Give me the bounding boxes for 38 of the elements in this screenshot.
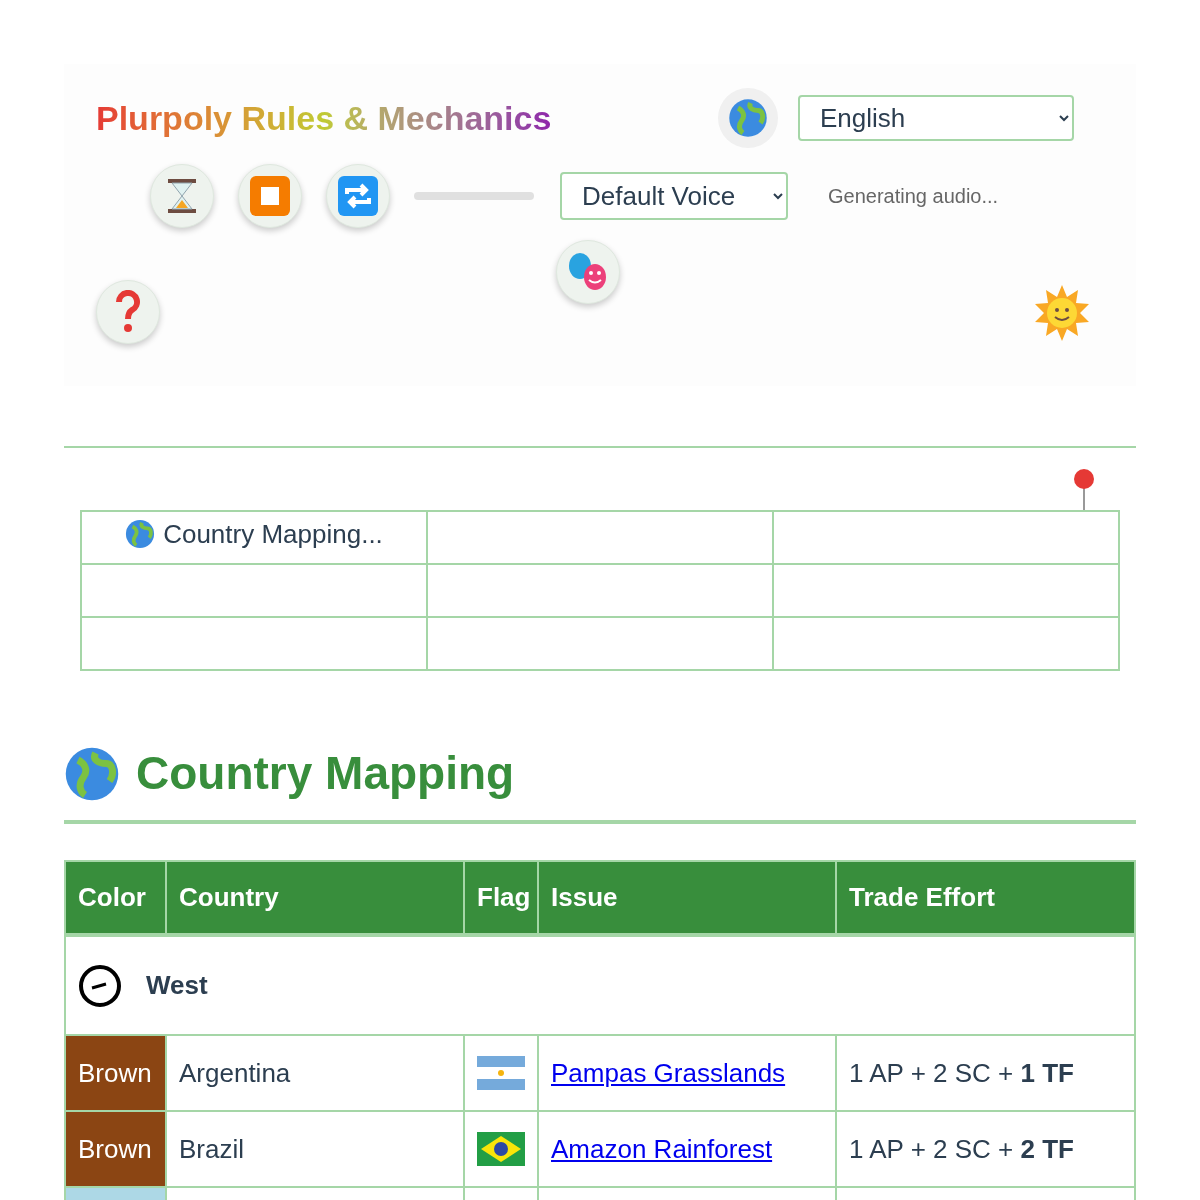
toc-link[interactable]: Country Mapping... (163, 514, 383, 554)
help-button[interactable] (96, 280, 160, 344)
theme-toggle[interactable] (1034, 285, 1090, 341)
question-mark-icon (115, 290, 141, 334)
hourglass-icon (166, 178, 198, 214)
issue-link[interactable]: Pampas Grasslands (551, 1057, 786, 1088)
status-text: Generating audio... (828, 184, 999, 209)
section-heading: Country Mapping (136, 746, 515, 801)
pushpin-icon (1072, 468, 1096, 510)
table-cell: Argentina (166, 1035, 464, 1111)
column-header: Color (65, 861, 166, 935)
group-heading: West (146, 969, 208, 1002)
flag-icon (477, 1132, 525, 1166)
globe-icon (64, 745, 120, 802)
globe-icon (728, 98, 768, 138)
stop-icon (250, 176, 290, 216)
compass-icon (78, 963, 122, 1008)
table-cell: Brazil (166, 1111, 464, 1187)
smiling-sun-icon (1034, 285, 1090, 341)
color-cell: Brown (65, 1111, 166, 1187)
repeat-icon (338, 176, 378, 216)
voice-select[interactable]: Default Voice (560, 172, 788, 220)
issue-link[interactable]: Amazon Rainforest (551, 1133, 773, 1164)
trade-effort-text: 1 AP + 2 SC + 2 TF (849, 1133, 1074, 1164)
color-cell: Brown (65, 1035, 166, 1111)
flag-icon (477, 1056, 525, 1090)
column-header: Country (166, 861, 464, 935)
column-header: Issue (538, 861, 836, 935)
column-header: Trade Effort (836, 861, 1135, 935)
repeat-button[interactable] (326, 164, 390, 228)
language-select[interactable]: English (798, 95, 1074, 141)
hourglass-button[interactable] (150, 164, 214, 228)
globe-icon (125, 519, 156, 550)
column-header: Flag (464, 861, 538, 935)
stop-button[interactable] (238, 164, 302, 228)
toc-cell[interactable]: Country Mapping... (81, 511, 427, 564)
theater-masks-button[interactable] (556, 240, 620, 304)
trade-effort-text: 1 AP + 2 SC + 1 TF (849, 1057, 1074, 1088)
